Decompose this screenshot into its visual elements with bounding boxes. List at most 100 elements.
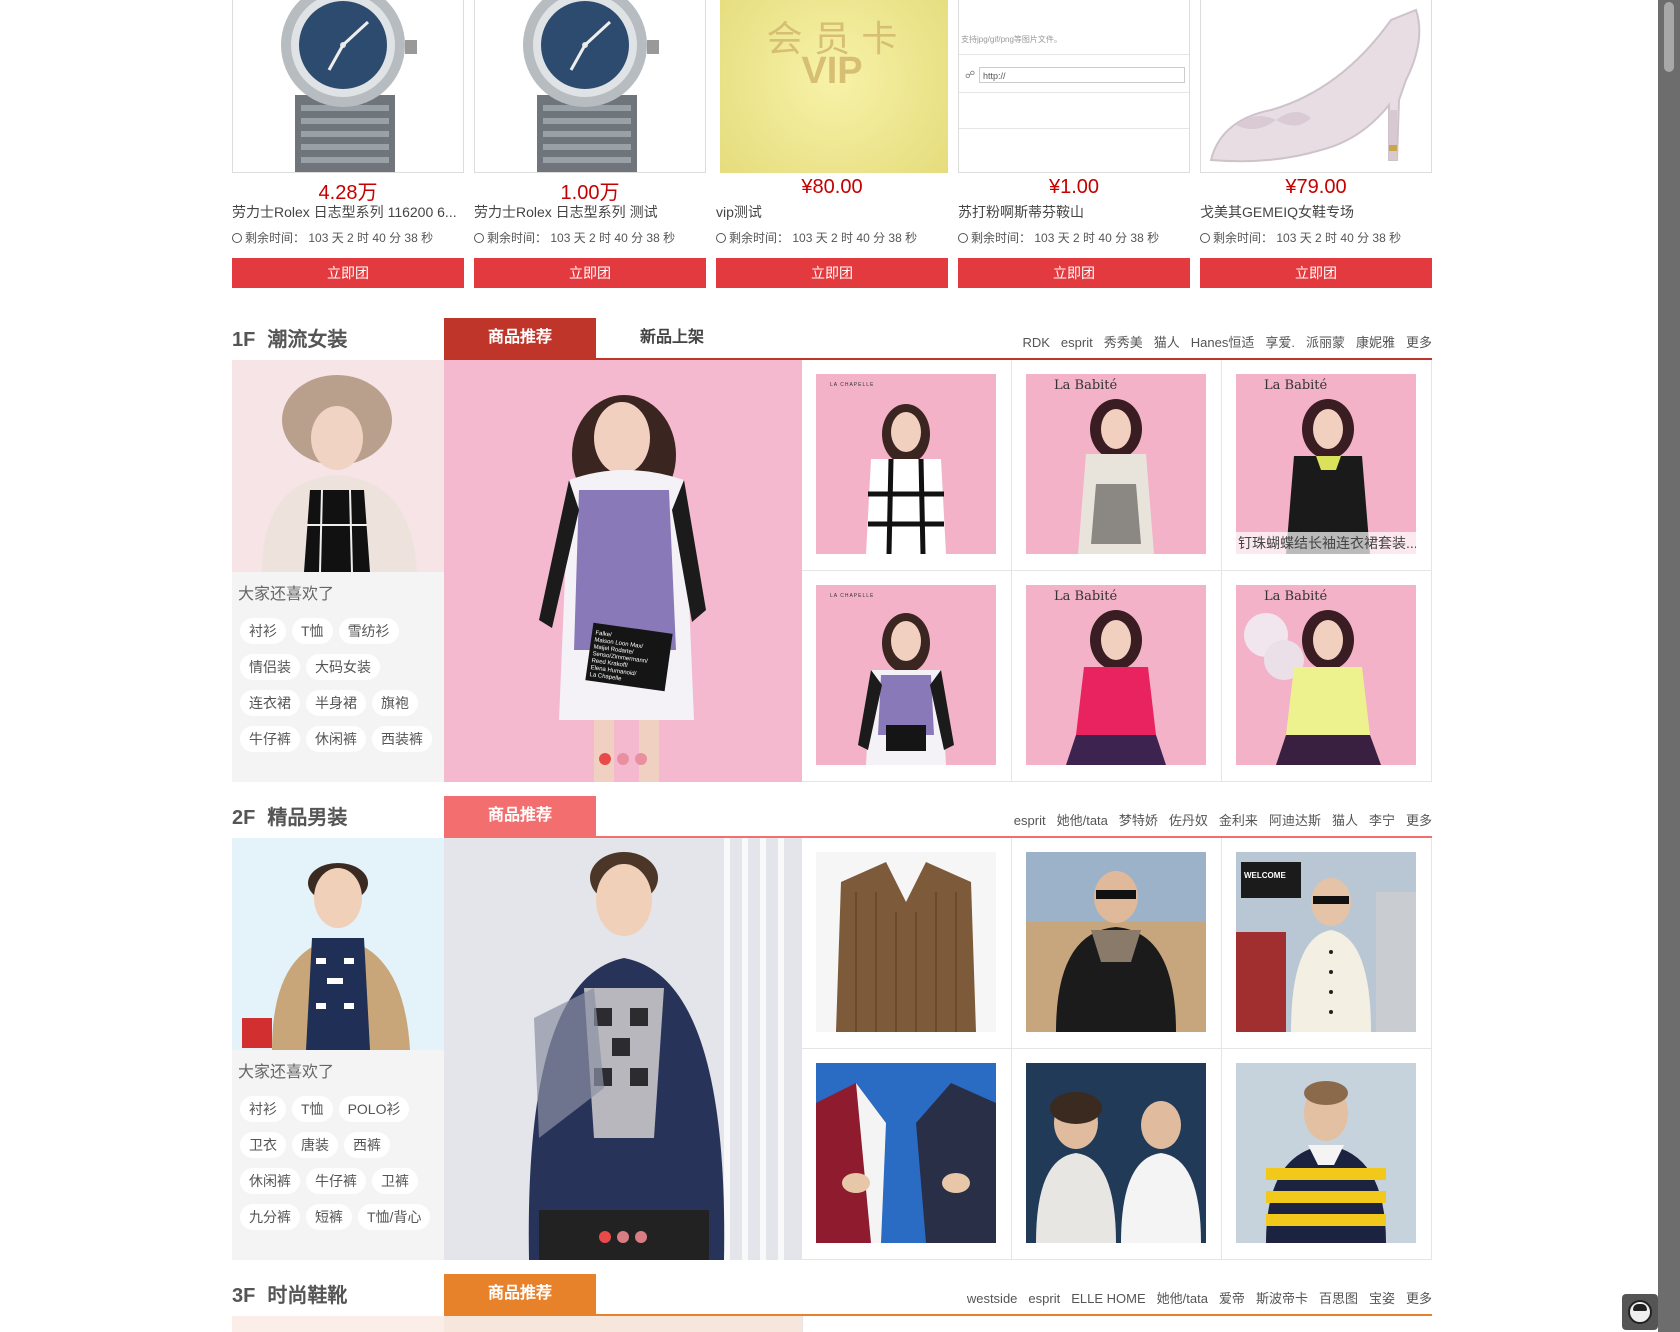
tag[interactable]: 唐装 bbox=[292, 1132, 338, 1158]
product-cell[interactable] bbox=[1012, 1049, 1222, 1260]
tag[interactable]: T恤 bbox=[292, 1096, 333, 1122]
vertical-scrollbar[interactable] bbox=[1658, 0, 1680, 1332]
floor-hero-banner[interactable]: Falke/ Maison Loon Max/ Maijel Rodarte/ … bbox=[444, 360, 802, 782]
product-cell[interactable]: LA CHAPELLE bbox=[802, 360, 1012, 571]
product-image[interactable] bbox=[1026, 374, 1206, 554]
tag[interactable]: T恤 bbox=[292, 618, 333, 644]
tag[interactable]: 西装裤 bbox=[372, 726, 432, 752]
join-group-button[interactable]: 立即团 bbox=[958, 258, 1190, 288]
carousel-dot[interactable] bbox=[617, 1231, 629, 1243]
tag[interactable]: 牛仔裤 bbox=[240, 726, 300, 752]
brand-link[interactable]: 猫人 bbox=[1332, 813, 1358, 828]
deal-image-shoe[interactable] bbox=[1200, 0, 1432, 173]
product-image[interactable] bbox=[816, 374, 996, 554]
carousel-dot[interactable] bbox=[599, 1231, 611, 1243]
carousel-dot[interactable] bbox=[635, 1231, 647, 1243]
carousel-dot[interactable] bbox=[635, 753, 647, 765]
join-group-button[interactable]: 立即团 bbox=[474, 258, 706, 288]
brand-link[interactable]: westside bbox=[967, 1291, 1018, 1306]
tag[interactable]: T恤/背心 bbox=[358, 1204, 431, 1230]
product-image[interactable] bbox=[1026, 585, 1206, 765]
tag[interactable]: POLO衫 bbox=[338, 1096, 410, 1122]
deal-name[interactable]: 戈美其GEMEIQ女鞋专场 bbox=[1200, 202, 1432, 222]
tag[interactable]: 九分裤 bbox=[240, 1204, 300, 1230]
product-image[interactable] bbox=[1236, 1063, 1416, 1243]
brand-link[interactable]: 百思图 bbox=[1319, 1291, 1358, 1306]
deal-card[interactable]: 会 员 卡 VIP ¥80.00 vip测试 剩余时间： 103 天 2 时 4… bbox=[716, 0, 948, 290]
deal-image-watch[interactable] bbox=[474, 0, 706, 173]
floor-hero-banner[interactable] bbox=[444, 838, 802, 1260]
brand-link[interactable]: RDK bbox=[1022, 335, 1049, 350]
tag[interactable]: 雪纺衫 bbox=[338, 618, 399, 644]
product-cell[interactable]: La Babité bbox=[1012, 360, 1222, 571]
product-cell[interactable] bbox=[1222, 1049, 1432, 1260]
carousel-dot[interactable] bbox=[599, 753, 611, 765]
brand-link[interactable]: esprit bbox=[1061, 335, 1093, 350]
product-cell[interactable] bbox=[802, 838, 1012, 1049]
deal-card[interactable]: 4.28万 劳力士Rolex 日志型系列 116200 6... 剩余时间： 1… bbox=[232, 0, 464, 290]
brand-link[interactable]: 她他/tata bbox=[1057, 813, 1108, 828]
deal-image-screenshot[interactable]: 支持jpg/gif/png等图片文件。 ☍ http:// bbox=[958, 0, 1190, 173]
tag[interactable]: 半身裙 bbox=[306, 690, 366, 716]
product-image[interactable] bbox=[816, 585, 996, 765]
tag[interactable]: 短裤 bbox=[306, 1204, 352, 1230]
tab-recommended[interactable]: 商品推荐 bbox=[444, 318, 596, 358]
brand-link[interactable]: 她他/tata bbox=[1157, 1291, 1208, 1306]
deal-name[interactable]: vip测试 bbox=[716, 202, 948, 222]
brand-link[interactable]: ELLE HOME bbox=[1071, 1291, 1145, 1306]
scrollbar-thumb[interactable] bbox=[1664, 2, 1674, 72]
tag[interactable]: 旗袍 bbox=[372, 690, 418, 716]
product-cell[interactable]: La Babité bbox=[1012, 571, 1222, 782]
product-image[interactable] bbox=[816, 1063, 996, 1243]
join-group-button[interactable]: 立即团 bbox=[232, 258, 464, 288]
customer-service-button[interactable] bbox=[1622, 1294, 1658, 1330]
product-cell[interactable]: 钉珠蝴蝶结长袖连衣裙套装... La Babité bbox=[1222, 360, 1432, 571]
tag[interactable]: 情侣装 bbox=[240, 654, 300, 680]
more-link[interactable]: 更多 bbox=[1406, 813, 1432, 828]
brand-link[interactable]: esprit bbox=[1028, 1291, 1060, 1306]
brand-link[interactable]: 斯波帝卡 bbox=[1256, 1291, 1308, 1306]
tag[interactable]: 西裤 bbox=[344, 1132, 390, 1158]
tab-new-arrivals[interactable]: 新品上架 bbox=[596, 318, 748, 358]
product-image[interactable] bbox=[1026, 852, 1206, 1032]
brand-link[interactable]: esprit bbox=[1014, 813, 1046, 828]
deal-name[interactable]: 苏打粉啊斯蒂芬鞍山 bbox=[958, 202, 1190, 222]
brand-link[interactable]: 梦特娇 bbox=[1119, 813, 1158, 828]
deal-card[interactable]: 1.00万 劳力士Rolex 日志型系列 测试 剩余时间： 103 天 2 时 … bbox=[474, 0, 706, 290]
tag[interactable]: 衬衫 bbox=[240, 618, 286, 644]
brand-link[interactable]: 李宁 bbox=[1369, 813, 1395, 828]
brand-link[interactable]: 秀秀美 bbox=[1104, 335, 1143, 350]
sidebar-image-man-jacket[interactable] bbox=[232, 838, 444, 1050]
product-cell[interactable]: WELCOME bbox=[1222, 838, 1432, 1049]
brand-link[interactable]: 金利来 bbox=[1219, 813, 1258, 828]
product-image[interactable] bbox=[816, 852, 996, 1032]
brand-link[interactable]: 阿迪达斯 bbox=[1269, 813, 1321, 828]
deal-name[interactable]: 劳力士Rolex 日志型系列 116200 6... bbox=[232, 202, 464, 222]
tag[interactable]: 连衣裙 bbox=[240, 690, 300, 716]
product-image[interactable]: 钉珠蝴蝶结长袖连衣裙套装... bbox=[1236, 374, 1416, 554]
deal-card[interactable]: ¥79.00 戈美其GEMEIQ女鞋专场 剩余时间： 103 天 2 时 40 … bbox=[1200, 0, 1432, 290]
tag[interactable]: 大码女装 bbox=[306, 654, 380, 680]
tag[interactable]: 休闲裤 bbox=[306, 726, 366, 752]
brand-link[interactable]: 宝姿 bbox=[1369, 1291, 1395, 1306]
brand-link[interactable]: 派丽蒙 bbox=[1306, 335, 1345, 350]
product-cell[interactable]: LA CHAPELLE bbox=[802, 571, 1012, 782]
carousel-dot[interactable] bbox=[617, 753, 629, 765]
deal-image-vip-card[interactable]: 会 员 卡 VIP bbox=[716, 0, 948, 173]
tab-recommended[interactable]: 商品推荐 bbox=[444, 1274, 596, 1314]
more-link[interactable]: 更多 bbox=[1406, 335, 1432, 350]
product-cell[interactable] bbox=[802, 1049, 1012, 1260]
more-link[interactable]: 更多 bbox=[1406, 1291, 1432, 1306]
join-group-button[interactable]: 立即团 bbox=[1200, 258, 1432, 288]
tag[interactable]: 休闲裤 bbox=[240, 1168, 300, 1194]
tag[interactable]: 牛仔裤 bbox=[306, 1168, 366, 1194]
brand-link[interactable]: Hanes恒适 bbox=[1191, 335, 1255, 350]
tag[interactable]: 卫衣 bbox=[240, 1132, 286, 1158]
brand-link[interactable]: 享爱. bbox=[1265, 335, 1295, 350]
brand-link[interactable]: 康妮雅 bbox=[1356, 335, 1395, 350]
tag[interactable]: 衬衫 bbox=[240, 1096, 286, 1122]
brand-link[interactable]: 猫人 bbox=[1154, 335, 1180, 350]
deal-name[interactable]: 劳力士Rolex 日志型系列 测试 bbox=[474, 202, 706, 222]
tag[interactable]: 卫裤 bbox=[372, 1168, 418, 1194]
deal-image-watch[interactable] bbox=[232, 0, 464, 173]
